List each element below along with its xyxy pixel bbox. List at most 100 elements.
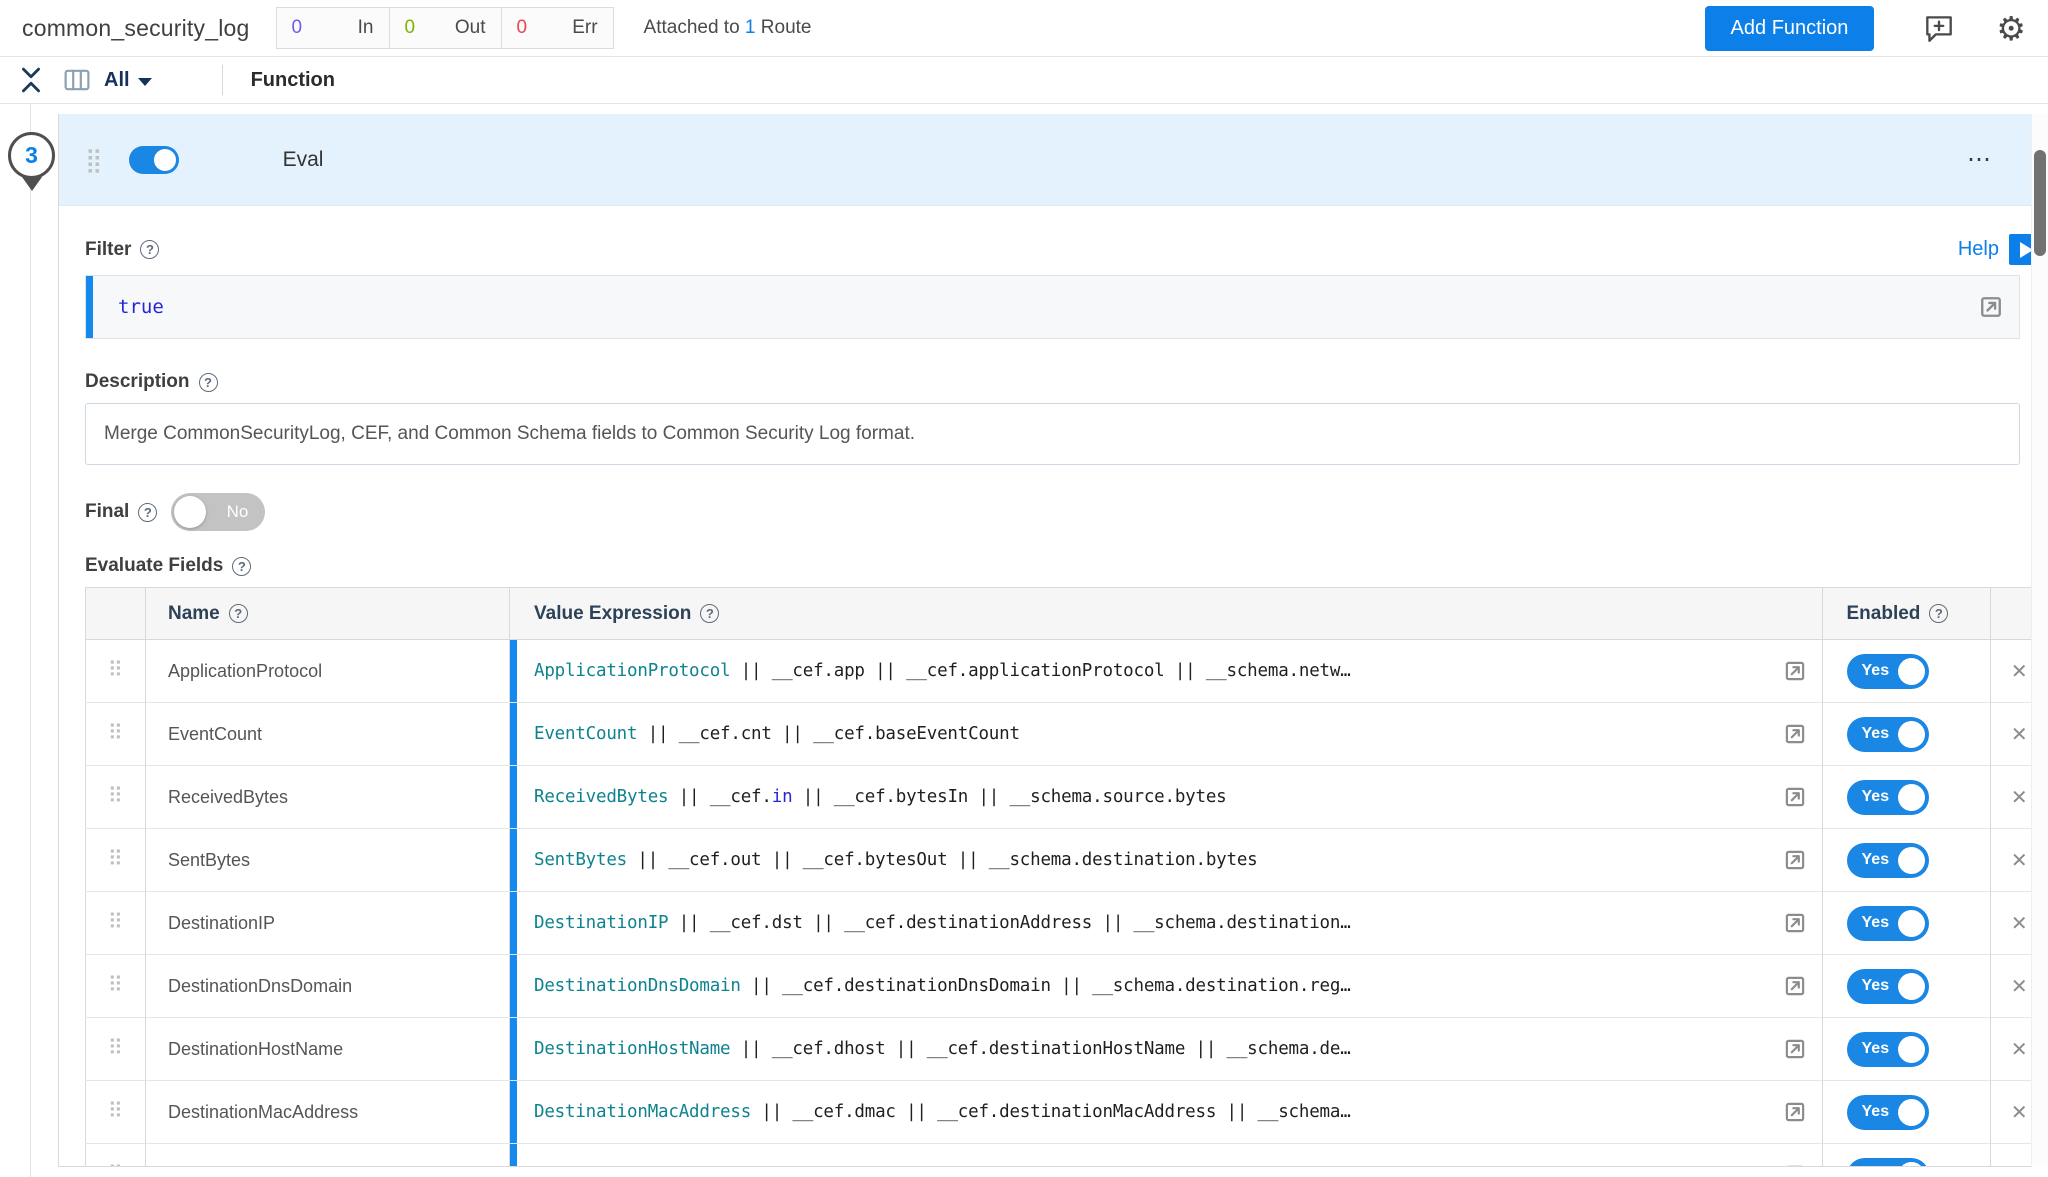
enabled-toggle[interactable] bbox=[1847, 1158, 1929, 1168]
name-help-icon[interactable]: ? bbox=[229, 604, 248, 623]
expand-expression-icon[interactable] bbox=[1782, 847, 1808, 873]
field-name-cell[interactable]: ApplicationProtocol bbox=[146, 640, 510, 703]
enabled-cell: Yes bbox=[1822, 766, 1990, 829]
expand-expression-icon[interactable] bbox=[1782, 658, 1808, 684]
value-expression-cell[interactable]: DestinationHostName || __cef.dhost || __… bbox=[510, 1018, 1823, 1081]
expression-text: ReceivedBytes || __cef.in || __cef.bytes… bbox=[534, 787, 1227, 807]
remove-row-icon[interactable]: ✕ bbox=[2011, 724, 2028, 746]
table-row: ⠿ DestinationIP DestinationIP || __cef.d… bbox=[86, 892, 2048, 955]
expand-expression-icon[interactable] bbox=[1782, 1162, 1808, 1167]
enabled-toggle[interactable]: Yes bbox=[1847, 654, 1929, 689]
field-name-cell[interactable]: DestinationMacAddress bbox=[146, 1081, 510, 1144]
remove-row-icon[interactable]: ✕ bbox=[2011, 913, 2028, 935]
expand-expression-icon[interactable] bbox=[1782, 973, 1808, 999]
expand-expression-icon[interactable] bbox=[1782, 1099, 1808, 1125]
drag-handle-icon: ⠿ bbox=[108, 1162, 123, 1167]
remove-row-icon[interactable]: ✕ bbox=[2011, 661, 2028, 683]
description-input[interactable]: Merge CommonSecurityLog, CEF, and Common… bbox=[85, 403, 2020, 465]
expand-expression-icon[interactable] bbox=[1782, 721, 1808, 747]
remove-row-icon[interactable]: ✕ bbox=[2011, 850, 2028, 872]
value-expression-cell[interactable]: ApplicationProtocol || __cef.app || __ce… bbox=[510, 640, 1823, 703]
in-label: In bbox=[358, 17, 374, 39]
comment-plus-icon bbox=[1922, 11, 1956, 45]
value-expression-cell[interactable]: EventCount || __cef.cnt || __cef.baseEve… bbox=[510, 703, 1823, 766]
field-name-cell[interactable]: EventCount bbox=[146, 703, 510, 766]
field-name-cell[interactable]: DestinationDnsDomain bbox=[146, 955, 510, 1018]
description-help-icon[interactable]: ? bbox=[199, 373, 218, 392]
collapse-all-button[interactable] bbox=[20, 67, 42, 93]
add-comment-button[interactable] bbox=[1922, 11, 1956, 45]
drag-handle-icon: ⠿ bbox=[108, 973, 123, 997]
enabled-toggle[interactable]: Yes bbox=[1847, 969, 1929, 1004]
row-drag-handle[interactable]: ⠿ bbox=[86, 703, 146, 766]
top-bar: common_security_log 0 In 0 Out 0 Err Att… bbox=[0, 0, 2048, 57]
function-drag-handle-icon[interactable]: ⣿ bbox=[85, 148, 103, 172]
enabled-toggle[interactable]: Yes bbox=[1847, 906, 1929, 941]
expand-expression-icon[interactable] bbox=[1782, 784, 1808, 810]
evaluate-fields-help-icon[interactable]: ? bbox=[232, 557, 251, 576]
row-drag-handle[interactable]: ⠿ bbox=[86, 1018, 146, 1081]
enabled-toggle-label: Yes bbox=[1862, 851, 1890, 869]
out-count: 0 bbox=[405, 17, 416, 39]
row-drag-handle[interactable]: ⠿ bbox=[86, 892, 146, 955]
function-group-dropdown[interactable]: All bbox=[104, 69, 152, 92]
remove-row-icon[interactable]: ✕ bbox=[2011, 1165, 2028, 1168]
value-expression-cell[interactable]: ReceivedBytes || __cef.in || __cef.bytes… bbox=[510, 766, 1823, 829]
attached-routes-text: Attached to 1 Route bbox=[644, 17, 812, 39]
field-name-cell[interactable]: DestinationIP bbox=[146, 892, 510, 955]
settings-button[interactable]: ⚙ bbox=[1996, 12, 2026, 45]
value-expression-cell[interactable]: DestinationMacAddress || __cef.dmac || _… bbox=[510, 1081, 1823, 1144]
table-row: ⠿ DestinationHostName DestinationHostNam… bbox=[86, 1018, 2048, 1081]
field-name: DestinationMacAddress bbox=[168, 1102, 358, 1122]
enabled-toggle[interactable]: Yes bbox=[1847, 717, 1929, 752]
filter-expression-input[interactable]: true bbox=[85, 275, 2020, 339]
help-link[interactable]: Help bbox=[1958, 234, 2040, 265]
enabled-toggle[interactable]: Yes bbox=[1847, 843, 1929, 878]
row-drag-handle[interactable]: ⠿ bbox=[86, 766, 146, 829]
columns-view-button[interactable] bbox=[64, 69, 90, 91]
function-enabled-toggle[interactable] bbox=[129, 146, 179, 174]
remove-row-icon[interactable]: ✕ bbox=[2011, 1039, 2028, 1061]
row-drag-handle[interactable]: ⠿ bbox=[86, 640, 146, 703]
value-expression-cell[interactable] bbox=[510, 1144, 1823, 1168]
field-name-cell[interactable]: SentBytes bbox=[146, 829, 510, 892]
field-name-cell[interactable]: ReceivedBytes bbox=[146, 766, 510, 829]
expand-expression-icon[interactable] bbox=[1782, 910, 1808, 936]
remove-row-icon[interactable]: ✕ bbox=[2011, 787, 2028, 809]
row-drag-handle[interactable]: ⠿ bbox=[86, 1081, 146, 1144]
remove-row-icon[interactable]: ✕ bbox=[2011, 1102, 2028, 1124]
final-help-icon[interactable]: ? bbox=[138, 503, 157, 522]
field-name-cell[interactable] bbox=[146, 1144, 510, 1168]
row-drag-handle[interactable]: ⠿ bbox=[86, 955, 146, 1018]
expand-filter-icon[interactable] bbox=[1977, 293, 2005, 321]
enabled-help-icon[interactable]: ? bbox=[1929, 604, 1948, 623]
function-rail-line bbox=[30, 104, 31, 1177]
expression-text: ApplicationProtocol || __cef.app || __ce… bbox=[534, 661, 1351, 681]
filter-help-icon[interactable]: ? bbox=[140, 240, 159, 259]
drag-handle-icon: ⠿ bbox=[108, 847, 123, 871]
field-name-cell[interactable]: DestinationHostName bbox=[146, 1018, 510, 1081]
expand-expression-icon[interactable] bbox=[1782, 1036, 1808, 1062]
throughput-stats: 0 In 0 Out 0 Err bbox=[276, 7, 614, 49]
value-expression-cell[interactable]: SentBytes || __cef.out || __cef.bytesOut… bbox=[510, 829, 1823, 892]
value-expression-cell[interactable]: DestinationDnsDomain || __cef.destinatio… bbox=[510, 955, 1823, 1018]
stat-in: 0 In bbox=[277, 8, 389, 48]
enabled-toggle[interactable]: Yes bbox=[1847, 1095, 1929, 1130]
drag-handle-icon: ⠿ bbox=[108, 1036, 123, 1060]
add-function-button[interactable]: Add Function bbox=[1705, 6, 1875, 51]
scrollbar-thumb[interactable] bbox=[2034, 150, 2046, 256]
function-menu-ellipsis[interactable]: ⋯ bbox=[1967, 145, 1994, 174]
enabled-cell bbox=[1822, 1144, 1990, 1168]
expression-help-icon[interactable]: ? bbox=[700, 604, 719, 623]
enabled-toggle[interactable]: Yes bbox=[1847, 1032, 1929, 1067]
field-name: DestinationDnsDomain bbox=[168, 976, 352, 996]
enabled-toggle[interactable]: Yes bbox=[1847, 780, 1929, 815]
remove-row-icon[interactable]: ✕ bbox=[2011, 976, 2028, 998]
value-expression-cell[interactable]: DestinationIP || __cef.dst || __cef.dest… bbox=[510, 892, 1823, 955]
description-value: Merge CommonSecurityLog, CEF, and Common… bbox=[104, 423, 915, 445]
drag-handle-icon: ⠿ bbox=[108, 721, 123, 745]
row-drag-handle[interactable]: ⠿ bbox=[86, 829, 146, 892]
final-toggle[interactable]: No bbox=[171, 493, 265, 531]
row-drag-handle[interactable]: ⠿ bbox=[86, 1144, 146, 1168]
handle-column-header bbox=[86, 588, 146, 640]
